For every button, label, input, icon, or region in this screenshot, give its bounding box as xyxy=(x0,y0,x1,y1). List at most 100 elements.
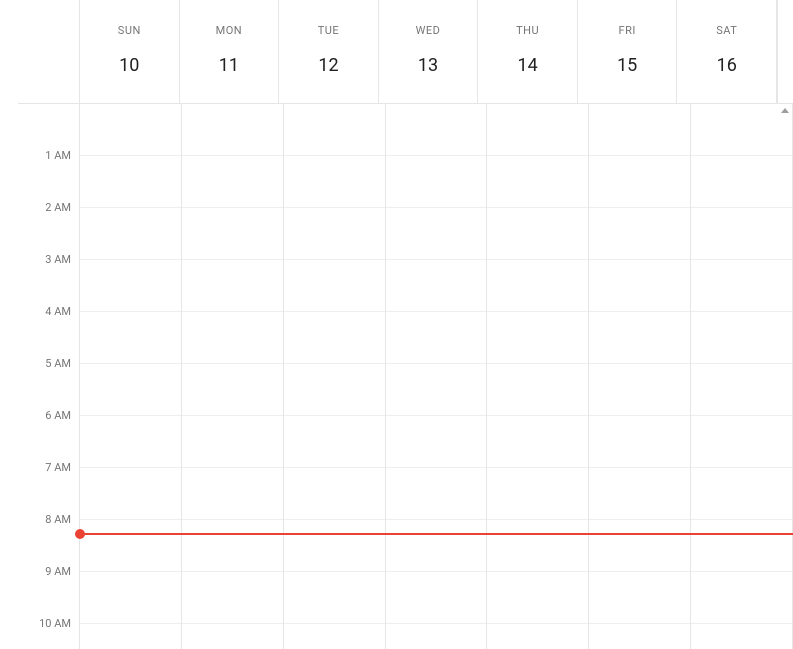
hour-cell[interactable] xyxy=(589,416,690,468)
hour-cell[interactable] xyxy=(691,416,792,468)
hour-cell[interactable] xyxy=(284,468,385,520)
hour-cell[interactable] xyxy=(284,260,385,312)
hour-cell[interactable] xyxy=(589,468,690,520)
hour-cell[interactable] xyxy=(386,520,487,572)
hour-cell[interactable] xyxy=(691,364,792,416)
hour-cell[interactable] xyxy=(691,208,792,260)
hour-cell[interactable] xyxy=(284,416,385,468)
hour-cell[interactable] xyxy=(80,104,181,156)
hour-cell[interactable] xyxy=(487,312,588,364)
hour-cell[interactable] xyxy=(80,468,181,520)
hour-cell[interactable] xyxy=(284,312,385,364)
hour-cell[interactable] xyxy=(691,104,792,156)
hour-cell[interactable] xyxy=(284,104,385,156)
hour-cell[interactable] xyxy=(80,624,181,649)
hour-cell[interactable] xyxy=(487,520,588,572)
hour-cell[interactable] xyxy=(487,156,588,208)
hour-cell[interactable] xyxy=(284,624,385,649)
hour-cell[interactable] xyxy=(182,312,283,364)
hour-cell[interactable] xyxy=(487,364,588,416)
day-column-thu[interactable] xyxy=(487,104,589,649)
hour-cell[interactable] xyxy=(487,260,588,312)
day-header-thu[interactable]: THU 14 xyxy=(478,0,578,103)
hour-cell[interactable] xyxy=(487,104,588,156)
hour-cell[interactable] xyxy=(589,104,690,156)
day-name-label: TUE xyxy=(318,24,339,37)
scrollbar-up-arrow-icon[interactable] xyxy=(781,108,789,113)
hour-cell[interactable] xyxy=(284,572,385,624)
hour-cell[interactable] xyxy=(487,416,588,468)
day-column-sat[interactable] xyxy=(691,104,793,649)
hour-cell[interactable] xyxy=(182,572,283,624)
hour-cell[interactable] xyxy=(691,468,792,520)
hour-cell[interactable] xyxy=(589,312,690,364)
day-column-tue[interactable] xyxy=(284,104,386,649)
day-header-fri[interactable]: FRI 15 xyxy=(578,0,678,103)
hour-cell[interactable] xyxy=(80,572,181,624)
hour-cell[interactable] xyxy=(386,104,487,156)
hour-cell[interactable] xyxy=(589,520,690,572)
hour-cell[interactable] xyxy=(182,208,283,260)
hour-cell[interactable] xyxy=(386,416,487,468)
hour-cell[interactable] xyxy=(80,156,181,208)
hour-cell[interactable] xyxy=(284,364,385,416)
hour-cell[interactable] xyxy=(80,416,181,468)
time-grid-scroll[interactable]: 1 AM 2 AM 3 AM 4 AM 5 AM 6 AM 7 AM 8 AM … xyxy=(18,104,793,649)
day-number-label: 13 xyxy=(418,55,438,76)
hour-cell[interactable] xyxy=(691,312,792,364)
day-headers-row: SUN 10 MON 11 TUE 12 WED 13 THU 14 FRI 1… xyxy=(18,0,793,104)
hour-cell[interactable] xyxy=(182,468,283,520)
hour-cell[interactable] xyxy=(691,572,792,624)
hour-cell[interactable] xyxy=(589,624,690,649)
hour-text: 1 AM xyxy=(43,149,71,162)
hour-cell[interactable] xyxy=(589,364,690,416)
hour-cell[interactable] xyxy=(691,260,792,312)
hour-cell[interactable] xyxy=(80,312,181,364)
hour-cell[interactable] xyxy=(386,208,487,260)
hour-cell[interactable] xyxy=(691,520,792,572)
day-column-sun[interactable] xyxy=(80,104,182,649)
time-grid-inner: 1 AM 2 AM 3 AM 4 AM 5 AM 6 AM 7 AM 8 AM … xyxy=(18,104,793,649)
hour-cell[interactable] xyxy=(182,260,283,312)
hour-cell[interactable] xyxy=(691,624,792,649)
day-column-mon[interactable] xyxy=(182,104,284,649)
hour-cell[interactable] xyxy=(80,364,181,416)
hour-cell[interactable] xyxy=(386,364,487,416)
day-header-sun[interactable]: SUN 10 xyxy=(80,0,180,103)
hour-cell[interactable] xyxy=(589,156,690,208)
hour-cell[interactable] xyxy=(691,156,792,208)
hour-text: 10 AM xyxy=(37,617,71,630)
hour-cell[interactable] xyxy=(386,624,487,649)
hour-cell[interactable] xyxy=(284,156,385,208)
hour-cell[interactable] xyxy=(386,260,487,312)
hour-cell[interactable] xyxy=(80,520,181,572)
hour-cell[interactable] xyxy=(589,260,690,312)
hour-cell[interactable] xyxy=(386,156,487,208)
hour-cell[interactable] xyxy=(487,624,588,649)
hour-cell[interactable] xyxy=(386,312,487,364)
hour-cell[interactable] xyxy=(182,416,283,468)
hour-cell[interactable] xyxy=(386,572,487,624)
hour-cell[interactable] xyxy=(284,520,385,572)
hour-cell[interactable] xyxy=(182,364,283,416)
day-header-mon[interactable]: MON 11 xyxy=(180,0,280,103)
day-column-wed[interactable] xyxy=(386,104,488,649)
hour-cell[interactable] xyxy=(80,260,181,312)
day-header-wed[interactable]: WED 13 xyxy=(379,0,479,103)
hour-cell[interactable] xyxy=(589,572,690,624)
hour-cell[interactable] xyxy=(386,468,487,520)
hour-cell[interactable] xyxy=(182,520,283,572)
hour-cell[interactable] xyxy=(182,156,283,208)
hour-cell[interactable] xyxy=(182,104,283,156)
hour-cell[interactable] xyxy=(487,208,588,260)
hour-cell[interactable] xyxy=(487,468,588,520)
hour-cell[interactable] xyxy=(80,208,181,260)
day-column-fri[interactable] xyxy=(589,104,691,649)
hour-cell[interactable] xyxy=(487,572,588,624)
hour-cell[interactable] xyxy=(284,208,385,260)
current-time-indicator xyxy=(80,533,793,535)
day-header-sat[interactable]: SAT 16 xyxy=(677,0,777,103)
hour-cell[interactable] xyxy=(182,624,283,649)
hour-cell[interactable] xyxy=(589,208,690,260)
day-header-tue[interactable]: TUE 12 xyxy=(279,0,379,103)
